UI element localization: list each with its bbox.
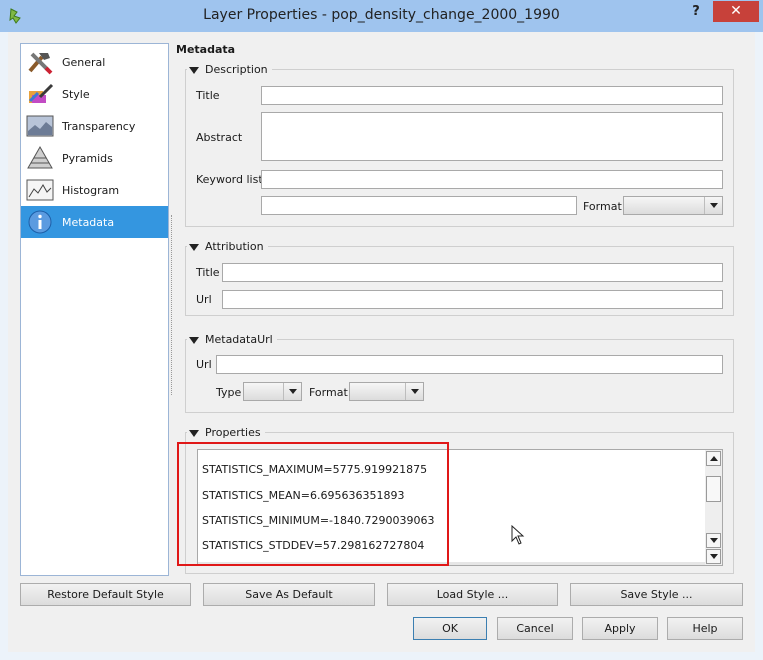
- attribution-url-field[interactable]: [222, 290, 723, 309]
- apply-button[interactable]: Apply: [582, 617, 658, 640]
- sidebar-item-general[interactable]: General: [21, 46, 168, 78]
- attribution-group-header[interactable]: Attribution: [187, 240, 268, 253]
- ok-button[interactable]: OK: [413, 617, 487, 640]
- transparency-icon: [26, 115, 54, 137]
- metadataurl-format-label: Format: [309, 386, 348, 399]
- sidebar-item-label: General: [62, 56, 106, 69]
- description-title-label: Title: [196, 89, 220, 102]
- restore-default-style-button[interactable]: Restore Default Style: [20, 583, 191, 606]
- scroll-down-icon[interactable]: [706, 549, 721, 564]
- close-button[interactable]: ✕: [713, 1, 759, 22]
- save-as-default-button[interactable]: Save As Default: [203, 583, 375, 606]
- highlight-annotation: [177, 442, 449, 566]
- histogram-icon: [26, 179, 54, 201]
- metadataurl-url-label: Url: [196, 358, 212, 371]
- collapse-icon: [189, 243, 199, 251]
- mouse-cursor-icon: [511, 525, 525, 545]
- sidebar-item-histogram[interactable]: Histogram: [21, 174, 168, 206]
- pyramid-icon: [27, 145, 53, 169]
- attribution-title-label: Title: [196, 266, 220, 279]
- page-title: Metadata: [176, 43, 236, 56]
- info-icon: [28, 210, 52, 234]
- metadataurl-type-label: Type: [216, 386, 242, 399]
- collapse-icon: [189, 429, 199, 437]
- scroll-thumb[interactable]: [706, 476, 721, 502]
- keyword-extra-field[interactable]: [261, 196, 577, 215]
- sidebar-item-transparency[interactable]: Transparency: [21, 110, 168, 142]
- scroll-down-icon[interactable]: [706, 533, 721, 548]
- load-style-button[interactable]: Load Style ...: [387, 583, 558, 606]
- abstract-label: Abstract: [196, 131, 243, 144]
- sidebar-item-label: Metadata: [62, 216, 115, 229]
- abstract-field[interactable]: [261, 112, 723, 161]
- chevron-down-icon: [405, 383, 423, 400]
- keyword-list-label: Keyword list: [196, 173, 263, 186]
- description-group-header[interactable]: Description: [187, 63, 272, 76]
- attribution-url-label: Url: [196, 293, 212, 306]
- save-style-button[interactable]: Save Style ...: [570, 583, 743, 606]
- attribution-title-field[interactable]: [222, 263, 723, 282]
- splitter-handle[interactable]: [171, 215, 174, 395]
- metadataurl-group-header[interactable]: MetadataUrl: [187, 333, 277, 346]
- metadataurl-url-field[interactable]: [216, 355, 723, 374]
- metadataurl-type-select[interactable]: [243, 382, 302, 401]
- chevron-down-icon: [283, 383, 301, 400]
- window-title: Layer Properties - pop_density_change_20…: [203, 7, 560, 23]
- keyword-list-field[interactable]: [261, 170, 723, 189]
- paintbrush-icon: [28, 83, 54, 103]
- sidebar-item-label: Histogram: [62, 184, 120, 197]
- sidebar-item-label: Transparency: [62, 120, 136, 133]
- sidebar-item-pyramids[interactable]: Pyramids: [21, 142, 168, 174]
- properties-group-header[interactable]: Properties: [187, 426, 265, 439]
- collapse-icon: [189, 336, 199, 344]
- description-format-select[interactable]: [623, 196, 723, 215]
- sidebar-item-label: Pyramids: [62, 152, 113, 165]
- metadataurl-group: [185, 339, 734, 413]
- collapse-icon: [189, 66, 199, 74]
- title-bar: Layer Properties - pop_density_change_20…: [0, 0, 763, 32]
- description-title-field[interactable]: [261, 86, 723, 105]
- tools-icon: [28, 52, 53, 75]
- chevron-down-icon: [704, 197, 722, 214]
- sidebar-item-label: Style: [62, 88, 90, 101]
- help-button[interactable]: Help: [667, 617, 743, 640]
- metadataurl-format-select[interactable]: [349, 382, 424, 401]
- description-format-label: Format: [583, 200, 622, 213]
- cancel-button[interactable]: Cancel: [497, 617, 573, 640]
- sidebar: General Style Transparency Pyramids Hist…: [20, 43, 169, 576]
- context-help-button[interactable]: ?: [686, 4, 706, 24]
- sidebar-item-style[interactable]: Style: [21, 78, 168, 110]
- sidebar-item-metadata[interactable]: Metadata: [21, 206, 168, 238]
- vertical-scrollbar[interactable]: [705, 450, 722, 565]
- scroll-up-icon[interactable]: [706, 451, 721, 466]
